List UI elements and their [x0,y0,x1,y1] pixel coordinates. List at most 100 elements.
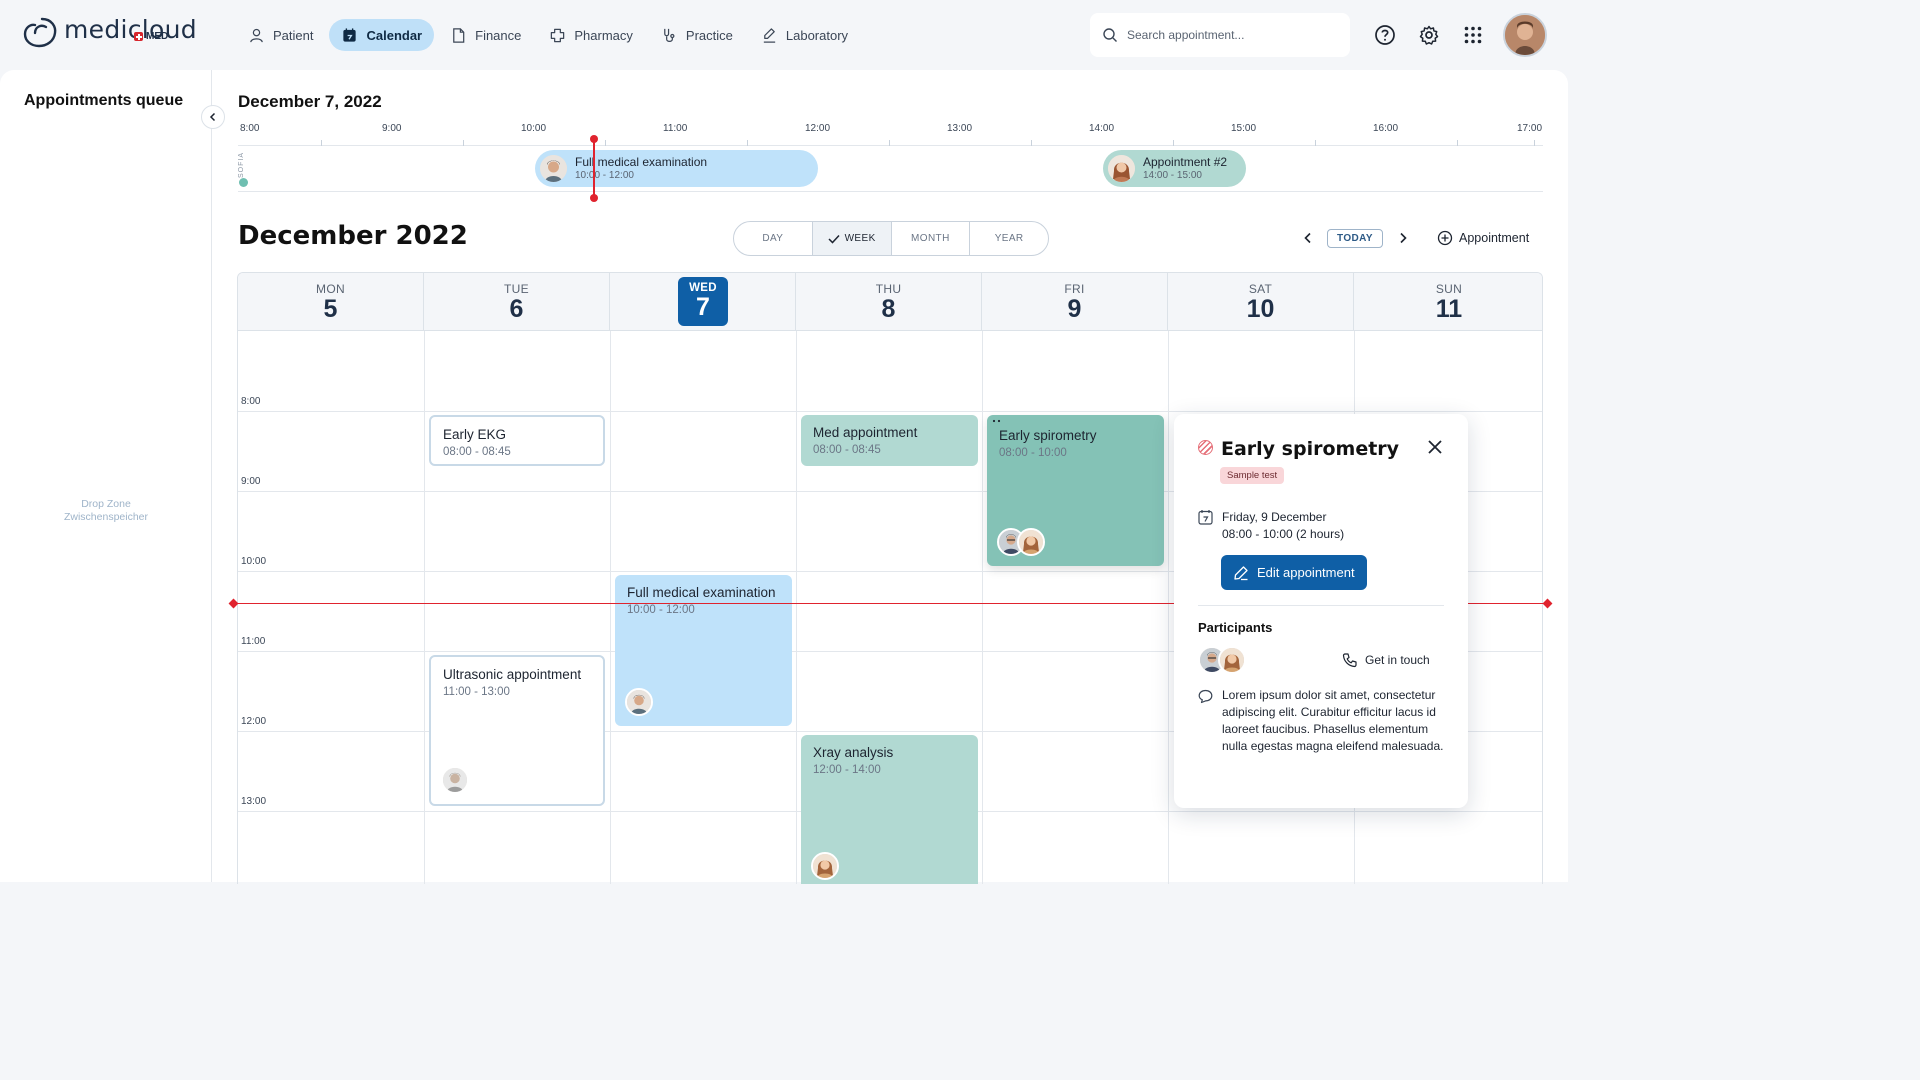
close-icon[interactable] [1426,438,1444,456]
apps-grid-icon[interactable] [1462,24,1484,46]
day-name: SUN [1435,282,1463,296]
day-header-sun[interactable]: SUN 11 [1354,273,1542,331]
nav-practice[interactable]: Practice [649,19,745,51]
category-hatch-icon [1198,440,1213,455]
event-time: 12:00 - 14:00 [813,764,881,776]
day-number: 10 [1246,295,1275,323]
month-title: December 2022 [238,221,468,251]
dropzone-line1: Drop Zone [81,498,131,510]
nav-patient[interactable]: Patient [236,19,325,51]
collapse-queue-button[interactable] [201,105,225,129]
popover-time: 08:00 - 10:00 (2 hours) [1222,527,1345,541]
search-input[interactable] [1127,28,1327,42]
chevron-left-icon [209,112,216,122]
view-day[interactable]: DAY [734,222,813,255]
plus-circle-icon [1437,230,1453,246]
get-in-touch-label: Get in touch [1365,653,1430,667]
divider [1198,605,1444,606]
tl-hour-label: 17:00 [1517,123,1543,134]
help-icon[interactable] [1374,24,1396,46]
nav-label: Pharmacy [574,27,633,43]
view-month[interactable]: MONTH [892,222,971,255]
avatar-face-icon [1220,648,1244,672]
timeline-event[interactable]: Full medical examination 10:00 - 12:00 [535,150,818,187]
popover-datetime: Friday, 9 December 08:00 - 10:00 (2 hour… [1198,509,1344,543]
user-avatar[interactable] [1503,13,1547,57]
nav-laboratory[interactable]: Laboratory [749,19,860,51]
edit-appointment-button[interactable]: Edit appointment [1221,555,1367,590]
timeline-event[interactable]: Appointment #2 14:00 - 15:00 [1103,150,1246,187]
event-card[interactable]: Full medical examination 10:00 - 12:00 [615,575,792,726]
search-box[interactable] [1090,13,1350,57]
view-switcher: DAY WEEK MONTH YEAR [733,221,1049,256]
hour-label: 8:00 [241,396,261,407]
gear-icon[interactable] [1418,24,1440,46]
day-header-wed[interactable]: WED 7 [610,273,796,331]
event-card-selected[interactable]: Early spirometry 08:00 - 10:00 [987,415,1164,566]
grid-column-divider [1168,331,1169,884]
day-header-sat[interactable]: SAT 10 [1168,273,1354,331]
seg-label: YEAR [994,233,1024,244]
event-time: 11:00 - 13:00 [443,686,510,698]
hour-label: 10:00 [241,556,267,567]
view-year[interactable]: YEAR [970,222,1048,255]
event-time: 08:00 - 08:45 [813,444,881,456]
brand-sub: MED [134,31,168,42]
event-title: Appointment #2 [1143,155,1228,169]
day-number: 5 [323,295,338,323]
avatar[interactable] [1218,646,1246,674]
main-nav: Patient Calendar Finance Pharmacy Practi… [236,19,860,51]
nav-pharmacy[interactable]: Pharmacy [537,19,645,51]
avatar [441,766,469,794]
event-title: Full medical examination [627,585,776,600]
day-timeline: 8:00 9:00 10:00 11:00 12:00 13:00 14:00 … [238,120,1543,192]
get-in-touch-button[interactable]: Get in touch [1342,652,1430,668]
avatar [1108,155,1135,182]
brand-logo[interactable]: medicloud [22,15,197,51]
tl-hour-label: 10:00 [521,123,547,134]
tl-hour-label: 9:00 [382,123,402,134]
add-appointment-label: Appointment [1459,231,1530,245]
top-bar: medicloud MED Patient Calendar Finance P… [0,0,1568,70]
now-cap [590,135,598,143]
day-header-mon[interactable]: MON 5 [238,273,424,331]
add-appointment-button[interactable]: Appointment [1437,230,1529,246]
day-name: TUE [504,282,529,296]
day-number: 6 [509,295,524,323]
day-name: SAT [1248,282,1273,296]
event-card[interactable]: Med appointment 08:00 - 08:45 [801,415,978,466]
drag-handle-icon[interactable] [992,419,1002,425]
nav-finance[interactable]: Finance [438,19,533,51]
nav-calendar[interactable]: Calendar [329,19,435,51]
day-header-tue[interactable]: TUE 6 [424,273,610,331]
avatar-face-icon [1505,15,1545,55]
seg-label: DAY [762,233,784,244]
day-number: 8 [881,295,896,323]
note-text: Lorem ipsum dolor sit amet, consectetur … [1222,688,1444,753]
day-header-thu[interactable]: THU 8 [796,273,982,331]
today-button[interactable]: TODAY [1327,229,1383,248]
event-card[interactable]: Ultrasonic appointment 11:00 - 13:00 [429,655,605,806]
nav-label: Calendar [366,27,423,43]
next-week-button[interactable] [1393,228,1413,248]
popover-badge: Sample test [1220,467,1285,484]
grid-hour-line [238,411,1542,412]
grid-column-divider [982,331,983,884]
event-card[interactable]: Early EKG 08:00 - 08:45 [429,415,605,466]
drop-zone[interactable]: Drop Zone Zwischenspeicher [0,498,212,524]
event-time: 08:00 - 08:45 [443,446,511,458]
seg-label: WEEK [844,233,876,244]
calendar-icon [1198,510,1213,525]
today-highlight: WED 7 [678,277,728,326]
pill-icon [551,28,565,42]
view-week[interactable]: WEEK [812,222,892,255]
grid-column-divider [424,331,425,884]
hour-label: 11:00 [241,636,266,647]
calendar-icon [343,27,357,42]
timeline-person-label: SOFIA [238,152,245,179]
tl-hour-label: 11:00 [663,123,688,134]
prev-week-button[interactable] [1298,228,1318,248]
search-icon [1103,28,1117,42]
day-header-fri[interactable]: FRI 9 [982,273,1168,331]
event-card[interactable]: Xray analysis 12:00 - 14:00 [801,735,978,884]
